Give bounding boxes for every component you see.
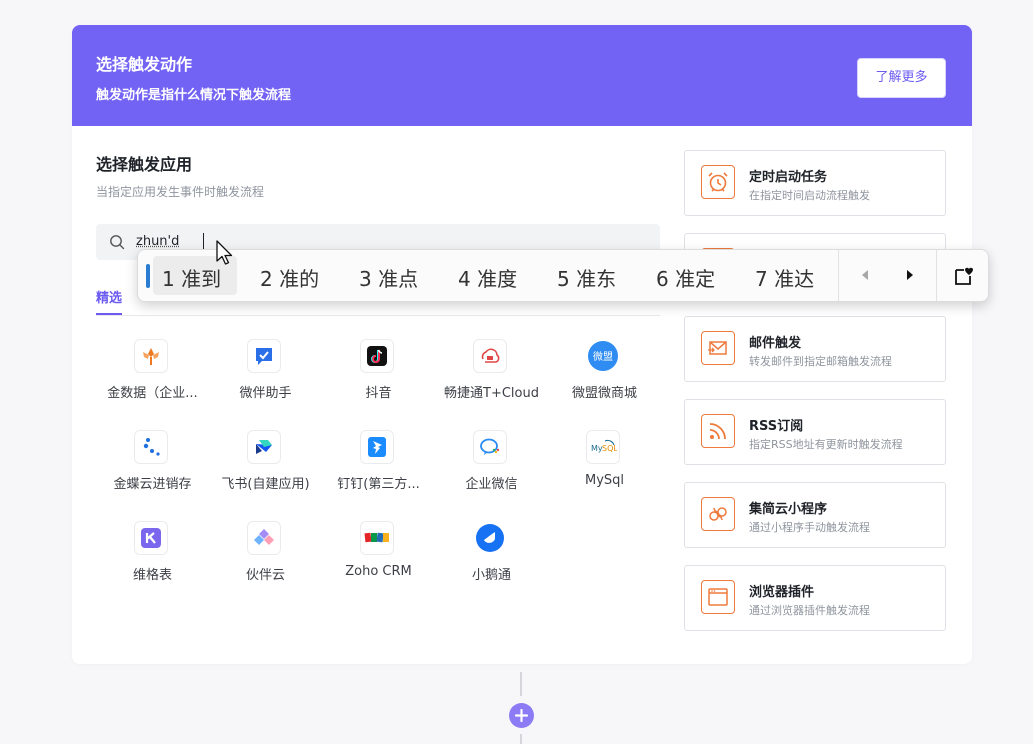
app-item-xiaoetong[interactable]: 小鹅通: [435, 519, 548, 599]
xiaoetong-icon: [473, 521, 507, 555]
mouse-cursor-icon: [216, 240, 233, 265]
svg-text:SQL: SQL: [602, 444, 617, 453]
ime-indicator: [146, 264, 150, 288]
search-text: zhun'd: [136, 234, 180, 249]
app-section-subtitle: 当指定应用发生事件时触发流程: [96, 185, 265, 199]
ime-candidate-window: 1 准到 2 准的 3 准点 4 准度 5 准东 6 准定 7 准达: [137, 249, 989, 302]
app-item-zoho[interactable]: Zoho CRM: [322, 519, 435, 599]
trigger-title: 邮件触发: [749, 336, 802, 351]
douyin-icon: [360, 339, 394, 373]
ime-candidate-4[interactable]: 4 准度: [458, 263, 517, 292]
app-name: 金数据（企业...: [107, 386, 198, 401]
weiban-icon: [247, 339, 281, 373]
next-page-icon[interactable]: [899, 264, 921, 286]
trigger-selection-card: 选择触发动作 触发动作是指什么情况下触发流程 了解更多 选择触发应用 当指定应用…: [72, 25, 972, 664]
ime-candidate-2[interactable]: 2 准的: [260, 263, 319, 292]
plus-icon: [515, 709, 528, 722]
app-name: 维格表: [132, 568, 172, 583]
trigger-title: 浏览器插件: [749, 585, 815, 600]
trigger-rss[interactable]: RSS订阅 指定RSS地址有更新时触发流程: [684, 399, 946, 465]
add-step-button[interactable]: [509, 703, 534, 728]
app-name: 钉钉(第三方...: [337, 477, 420, 492]
ime-divider: [838, 250, 839, 301]
header-title: 选择触发动作: [96, 55, 193, 74]
card-header: 选择触发动作 触发动作是指什么情况下触发流程 了解更多: [72, 25, 972, 126]
app-item-mysql[interactable]: My SQL MySql: [548, 428, 661, 508]
app-name: 伙伴云: [245, 568, 285, 583]
app-item-chanjet[interactable]: 畅捷通T+Cloud: [435, 337, 548, 417]
jinshuju-icon: [134, 339, 168, 373]
trigger-browser-plugin[interactable]: 浏览器插件 通过浏览器插件触发流程: [684, 565, 946, 631]
flow-connector: [520, 672, 522, 696]
trigger-title: 定时启动任务: [749, 170, 828, 185]
app-item-huoban[interactable]: 伙伴云: [209, 519, 322, 599]
app-name: 飞书(自建应用): [221, 477, 310, 492]
app-item-weiban[interactable]: 微伴助手: [209, 337, 322, 417]
trigger-desc: 在指定时间启动流程触发: [749, 189, 870, 202]
header-subtitle: 触发动作是指什么情况下触发流程: [96, 88, 292, 103]
trigger-email[interactable]: 邮件触发 转发邮件到指定邮箱触发流程: [684, 316, 946, 382]
trigger-scheduled[interactable]: 定时启动任务 在指定时间启动流程触发: [684, 150, 946, 216]
ime-candidate-7[interactable]: 7 准达: [755, 263, 814, 292]
text-caret: [203, 233, 204, 250]
app-item-vika[interactable]: 维格表: [96, 519, 209, 599]
mini-program-icon: [701, 497, 735, 531]
huoban-icon: [247, 521, 281, 555]
rss-icon: [701, 414, 735, 448]
ime-candidate-3[interactable]: 3 准点: [359, 263, 418, 292]
trigger-title: RSS订阅: [749, 419, 804, 434]
app-name: MySql: [584, 473, 625, 488]
app-item-douyin[interactable]: 抖音: [322, 337, 435, 417]
weimob-icon: 微盟: [586, 339, 620, 373]
ime-candidate-6[interactable]: 6 准定: [656, 263, 715, 292]
trigger-title: 集简云小程序: [749, 502, 828, 517]
search-icon: [110, 235, 125, 250]
prev-page-icon[interactable]: [854, 264, 876, 286]
mail-icon: [701, 331, 735, 365]
app-name: 微盟微商城: [571, 386, 637, 401]
app-item-jinshuju[interactable]: 金数据（企业...: [96, 337, 209, 417]
zoho-icon: [360, 521, 394, 555]
app-name: Zoho CRM: [345, 564, 412, 579]
trigger-mini-program[interactable]: 集简云小程序 通过小程序手动触发流程: [684, 482, 946, 548]
app-item-dingtalk[interactable]: 钉钉(第三方...: [322, 428, 435, 508]
ime-divider: [936, 250, 937, 301]
app-name: 畅捷通T+Cloud: [444, 386, 539, 401]
favorite-phrases-icon[interactable]: [952, 264, 976, 288]
trigger-desc: 通过小程序手动触发流程: [749, 521, 870, 534]
trigger-desc: 指定RSS地址有更新时触发流程: [749, 438, 903, 451]
mysql-icon: My SQL: [586, 430, 620, 464]
app-item-wecom[interactable]: 企业微信: [435, 428, 548, 508]
app-name: 微伴助手: [239, 386, 292, 401]
app-name: 小鹅通: [471, 568, 511, 583]
app-item-feishu[interactable]: 飞书(自建应用): [209, 428, 322, 508]
app-section-title: 选择触发应用: [96, 155, 193, 174]
svg-text:微盟: 微盟: [593, 350, 613, 363]
flow-connector: [520, 734, 522, 744]
learn-more-button[interactable]: 了解更多: [857, 58, 946, 98]
trigger-desc: 通过浏览器插件触发流程: [749, 604, 870, 617]
kingdee-icon: [134, 430, 168, 464]
app-item-kingdee[interactable]: 金蝶云进销存: [96, 428, 209, 508]
tab-featured[interactable]: 精选: [96, 287, 123, 315]
app-name: 金蝶云进销存: [113, 477, 192, 492]
chanjet-icon: [473, 339, 507, 373]
dingtalk-icon: [360, 430, 394, 464]
app-name: 抖音: [365, 386, 392, 401]
vika-icon: [134, 521, 168, 555]
browser-icon: [701, 580, 735, 614]
app-item-weimob[interactable]: 微盟 微盟微商城: [548, 337, 661, 417]
wecom-icon: [473, 430, 507, 464]
alarm-clock-icon: [701, 165, 735, 199]
ime-candidate-5[interactable]: 5 准东: [557, 263, 616, 292]
app-name: 企业微信: [465, 477, 518, 492]
feishu-icon: [247, 430, 281, 464]
ime-candidate-1[interactable]: 1 准到: [162, 263, 221, 292]
trigger-desc: 转发邮件到指定邮箱触发流程: [749, 355, 892, 368]
